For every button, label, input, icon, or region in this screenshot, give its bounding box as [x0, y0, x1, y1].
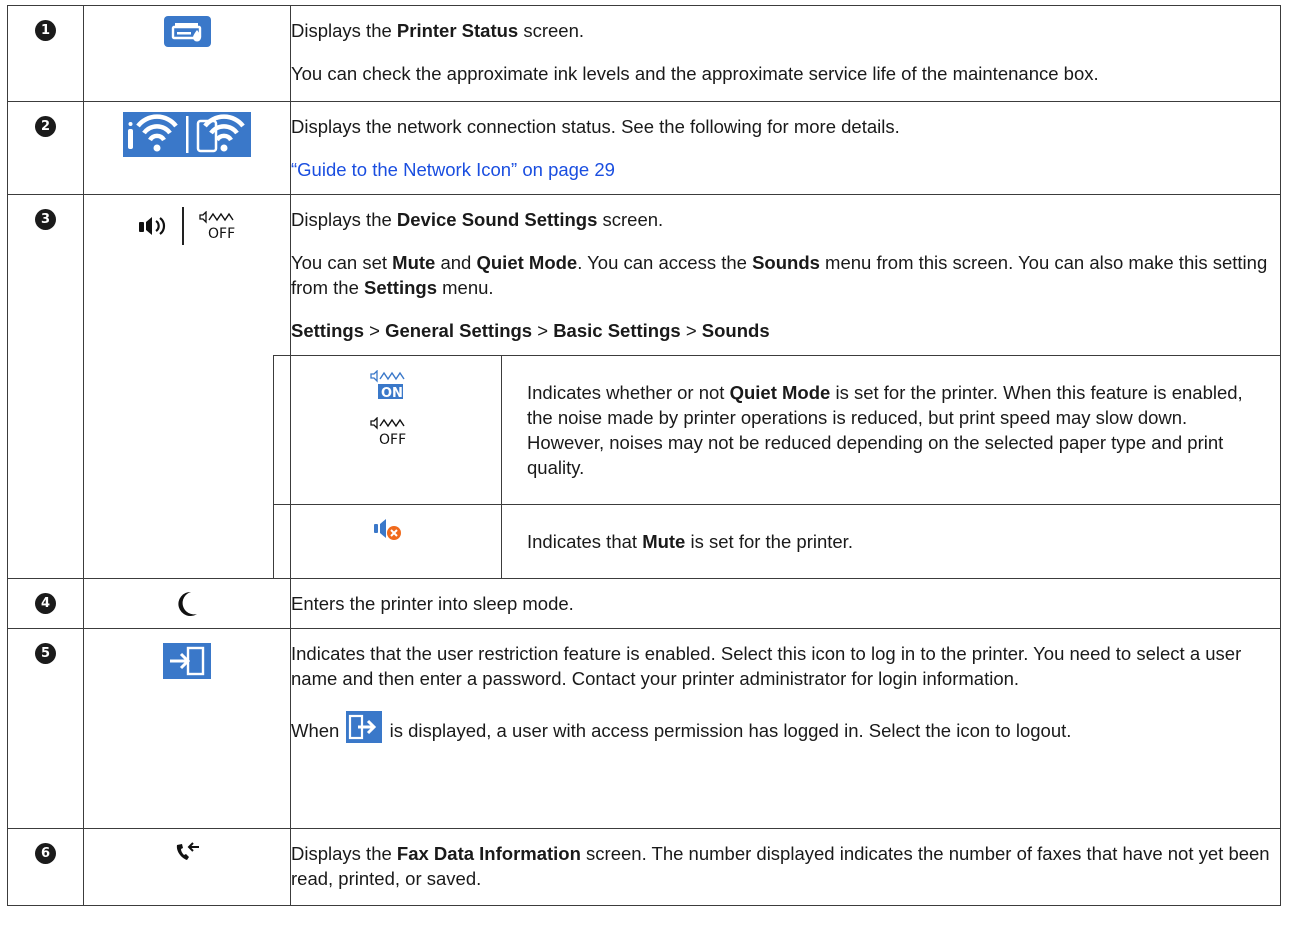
network-icon-guide-link[interactable]: “Guide to the Network Icon” on page 29 [291, 159, 615, 180]
row-number-badge: 1 [35, 20, 56, 41]
row-number-badge: 3 [35, 209, 56, 230]
description-text: When is displayed, a user with access pe… [291, 711, 1280, 743]
description-text: Displays the Fax Data Information screen… [291, 843, 1270, 889]
description-text: Enters the printer into sleep mode. [291, 593, 574, 614]
description-text: You can set Mute and Quiet Mode. You can… [291, 252, 1268, 298]
table-row: 6 Displays the Fax Data Information scre… [7, 828, 1281, 906]
table-row: 2 Displays the network connection status… [7, 101, 1281, 195]
fax-icon [176, 842, 199, 860]
table-row: ON OFF Indicates whether or not Quiet Mo… [273, 355, 1281, 505]
separator [182, 207, 184, 245]
moon-icon [178, 591, 197, 616]
row-number-badge: 5 [35, 643, 56, 664]
sound-status-icon: OFF [138, 207, 236, 245]
description-text: Displays the Device Sound Settings scree… [291, 209, 664, 230]
printer-status-icon [163, 16, 211, 47]
quiet-mode-off-icon: OFF [274, 416, 501, 452]
description-text: “Guide to the Network Icon” on page 29 [291, 157, 1280, 182]
description-text: Displays the network connection status. … [291, 116, 900, 137]
row-number-badge: 2 [35, 116, 56, 137]
login-icon [163, 643, 211, 679]
mute-icon [373, 519, 401, 540]
table-row: Indicates that Mute is set for the print… [273, 504, 1281, 579]
svg-text:ON: ON [381, 386, 403, 400]
table-row: 1 Displays the Printer Status screen. Yo… [7, 5, 1281, 102]
description-text: Indicates that Mute is set for the print… [527, 531, 853, 552]
row-number-badge: 6 [35, 843, 56, 864]
description-text: You can check the approximate ink levels… [291, 63, 1099, 84]
icon-guide-table: 1 Displays the Printer Status screen. Yo… [7, 5, 1281, 906]
svg-text:OFF: OFF [208, 226, 235, 241]
svg-text:OFF: OFF [379, 432, 406, 447]
sound-icon-subtable: ON OFF Indicates whether or not Quiet Mo… [273, 355, 1281, 579]
description-text: Indicates whether or not Quiet Mode is s… [527, 382, 1243, 478]
description-text: Indicates that the user restriction feat… [291, 643, 1242, 689]
wifi-status-icon [123, 112, 251, 157]
description-text: Displays the Printer Status screen. [291, 20, 585, 41]
table-row: 5 Indicates that the user restriction fe… [7, 628, 1281, 829]
table-row: 4 Enters the printer into sleep mode. [7, 578, 1281, 629]
table-row: 3 OFF Displays the Device Sound Settings… [7, 194, 1281, 579]
speaker-icon [139, 217, 166, 235]
settings-path: Settings > General Settings > Basic Sett… [291, 320, 770, 341]
quiet-mode-on-icon: ON [274, 369, 501, 405]
quiet-mode-off-icon: OFF [199, 211, 235, 241]
logout-icon [346, 711, 383, 743]
row-number-badge: 4 [35, 593, 56, 614]
